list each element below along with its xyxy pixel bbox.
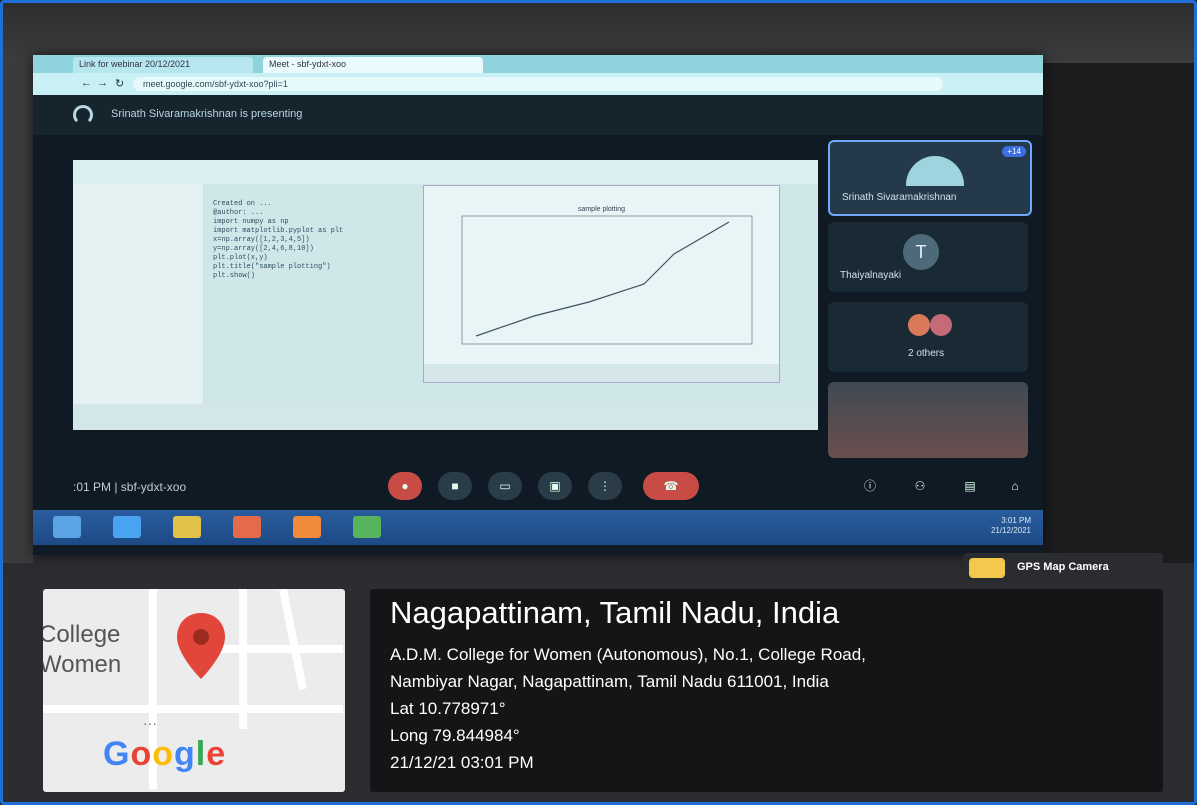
end-call-icon[interactable]: ☎ bbox=[643, 472, 699, 500]
code-line: plt.plot(x,y) bbox=[213, 254, 268, 262]
room-right-cabinet bbox=[1034, 63, 1194, 563]
presenting-icon bbox=[73, 105, 93, 125]
gps-camera-badge: GPS Map Camera bbox=[963, 553, 1163, 583]
present-icon[interactable]: ▣ bbox=[538, 472, 572, 500]
code-line: x=np.array([1,2,3,4,5]) bbox=[213, 236, 310, 244]
participant-tiles: +14 Srinath Sivaramakrishnan T Thaiyalna… bbox=[828, 140, 1038, 460]
ide-status-bar bbox=[73, 404, 818, 430]
clock-time: 3:01 PM bbox=[1001, 516, 1031, 525]
info-icon[interactable]: ⓘ bbox=[853, 472, 887, 500]
shared-screen: Created on ... @author: ... import numpy… bbox=[73, 160, 818, 430]
gps-camera-label: GPS Map Camera bbox=[1017, 561, 1109, 573]
avatar bbox=[906, 156, 964, 186]
participant-name: 2 others bbox=[908, 348, 945, 359]
mic-off-icon[interactable]: ● bbox=[388, 472, 422, 500]
map-label: Women bbox=[43, 651, 122, 678]
plot-area bbox=[461, 215, 753, 345]
captions-icon[interactable]: ▭ bbox=[488, 472, 522, 500]
map-label: College bbox=[43, 621, 121, 648]
meet-header: Srinath Sivaramakrishnan is presenting bbox=[33, 95, 1043, 135]
people-icon[interactable]: ⚇ bbox=[903, 472, 937, 500]
participant-name: Srinath Sivaramakrishnan bbox=[842, 192, 957, 203]
browser-tabstrip: Link for webinar 20/12/2021 Meet - sbf-y… bbox=[33, 55, 1043, 73]
matplotlib-figure-window: sample plotting bbox=[423, 185, 780, 383]
projector-screen: Link for webinar 20/12/2021 Meet - sbf-y… bbox=[33, 55, 1043, 555]
code-line: import numpy as np bbox=[213, 218, 289, 226]
participant-count-badge: +14 bbox=[1002, 146, 1026, 157]
camera-icon[interactable]: ■ bbox=[438, 472, 472, 500]
forward-icon[interactable]: → bbox=[97, 77, 108, 89]
address-line: A.D.M. College for Women (Autonomous), N… bbox=[390, 645, 866, 664]
browser-tab-active[interactable]: Meet - sbf-ydxt-xoo bbox=[263, 57, 483, 73]
location-title: Nagapattinam, Tamil Nadu, India bbox=[390, 595, 840, 630]
folder-icon[interactable] bbox=[173, 516, 201, 538]
address-line: Nambiyar Nagar, Nagapattinam, Tamil Nadu… bbox=[390, 672, 829, 691]
chat-icon[interactable]: ▤ bbox=[953, 472, 987, 500]
plot-axes bbox=[461, 215, 753, 345]
participant-video-tile[interactable] bbox=[828, 382, 1028, 458]
code-line: plt.title("sample plotting") bbox=[213, 263, 331, 271]
code-line: y=np.array([2,4,6,8,10]) bbox=[213, 245, 314, 253]
activities-icon[interactable]: ⌂ bbox=[998, 472, 1032, 500]
windows-taskbar: 3:01 PM 21/12/2021 bbox=[33, 510, 1043, 545]
avatar bbox=[908, 314, 930, 336]
code-editor: Created on ... @author: ... import numpy… bbox=[213, 200, 343, 281]
room-left-wall bbox=[3, 63, 33, 563]
firefox-icon[interactable] bbox=[293, 516, 321, 538]
figure-toolbar bbox=[424, 364, 779, 382]
google-logo: Google bbox=[103, 735, 227, 773]
plot-line bbox=[475, 221, 730, 337]
avatar bbox=[930, 314, 952, 336]
back-icon[interactable]: ← bbox=[81, 77, 92, 89]
chrome-icon[interactable] bbox=[353, 516, 381, 538]
map-pin-icon bbox=[177, 613, 225, 679]
start-icon[interactable] bbox=[53, 516, 81, 538]
presenting-text: Srinath Sivaramakrishnan is presenting bbox=[111, 108, 303, 120]
taskbar-clock: 3:01 PM 21/12/2021 bbox=[991, 516, 1031, 536]
code-line: plt.show() bbox=[213, 272, 256, 280]
media-icon[interactable] bbox=[233, 516, 261, 538]
participant-tile-presenter[interactable]: +14 Srinath Sivaramakrishnan bbox=[828, 140, 1032, 216]
address-bar: ← → ↻ meet.google.com/sbf-ydxt-xoo?pli=1 bbox=[33, 73, 1043, 95]
url-field[interactable]: meet.google.com/sbf-ydxt-xoo?pli=1 bbox=[133, 77, 943, 91]
more-options-icon[interactable]: ⋮ bbox=[588, 472, 622, 500]
ie-icon[interactable] bbox=[113, 516, 141, 538]
reload-icon[interactable]: ↻ bbox=[115, 77, 124, 90]
datetime: 21/12/21 03:01 PM bbox=[390, 753, 534, 772]
photo-frame: Link for webinar 20/12/2021 Meet - sbf-y… bbox=[0, 0, 1197, 805]
browser-tab[interactable]: Link for webinar 20/12/2021 bbox=[73, 57, 253, 73]
avatar-initial: T bbox=[903, 234, 939, 270]
call-controls-bar: :01 PM | sbf-ydxt-xoo ● ■ ▭ ▣ ⋮ ☎ ⓘ ⚇ ▤ … bbox=[33, 460, 1043, 510]
code-line: Created on ... bbox=[213, 200, 272, 208]
ide-menubar bbox=[73, 160, 818, 184]
location-map: College Women ··· Google bbox=[43, 589, 345, 792]
gps-camera-icon bbox=[969, 558, 1005, 578]
code-line: import matplotlib.pyplot as plt bbox=[213, 227, 344, 235]
participant-name: Thaiyalnayaki bbox=[840, 270, 902, 281]
clock-date: 21/12/2021 bbox=[990, 526, 1031, 535]
participant-tile[interactable]: T Thaiyalnayaki bbox=[828, 222, 1028, 292]
ide-file-tree bbox=[73, 184, 203, 404]
latitude: Lat 10.778971° bbox=[390, 699, 506, 718]
location-info-panel: Nagapattinam, Tamil Nadu, India A.D.M. C… bbox=[370, 589, 1163, 792]
room-wall bbox=[3, 3, 1194, 63]
longitude: Long 79.844984° bbox=[390, 726, 520, 745]
meeting-code: :01 PM | sbf-ydxt-xoo bbox=[73, 480, 187, 494]
code-line: @author: ... bbox=[213, 209, 264, 217]
participant-tile[interactable]: 2 others bbox=[828, 302, 1028, 372]
ellipsis-icon: ··· bbox=[143, 715, 157, 731]
